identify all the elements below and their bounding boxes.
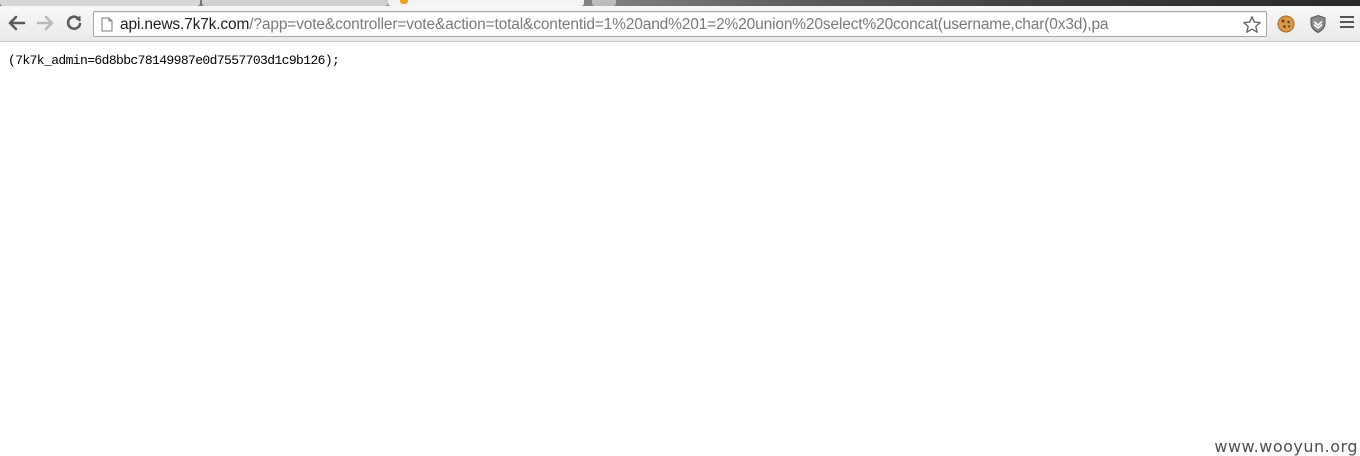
browser-toolbar: api.news.7k7k.com/?app=vote&controller=v… — [0, 6, 1360, 42]
hamburger-menu-icon[interactable] — [1340, 16, 1356, 32]
page-icon — [101, 17, 113, 32]
response-text: (7k7k_admin=6d8bbc78149987e0d7557703d1c9… — [8, 53, 340, 68]
tab-favicon-icon — [400, 0, 408, 4]
reload-button[interactable] — [60, 9, 88, 37]
url-text[interactable]: api.news.7k7k.com/?app=vote&controller=v… — [120, 16, 1238, 34]
cookie-icon[interactable] — [1276, 14, 1296, 34]
reload-icon — [66, 15, 82, 30]
address-bar[interactable]: api.news.7k7k.com/?app=vote&controller=v… — [93, 11, 1267, 37]
shield-icon[interactable] — [1308, 14, 1328, 34]
watermark: www.wooyun.org — [1214, 437, 1358, 456]
url-host: api.news.7k7k.com — [120, 16, 250, 33]
url-path: /?app=vote&controller=vote&action=total&… — [249, 16, 1109, 33]
forward-button[interactable] — [31, 9, 59, 37]
back-arrow-icon — [8, 15, 26, 31]
back-button[interactable] — [3, 9, 31, 37]
page-content: (7k7k_admin=6d8bbc78149987e0d7557703d1c9… — [0, 43, 1360, 456]
forward-arrow-icon — [36, 15, 54, 31]
star-icon[interactable] — [1242, 15, 1262, 35]
